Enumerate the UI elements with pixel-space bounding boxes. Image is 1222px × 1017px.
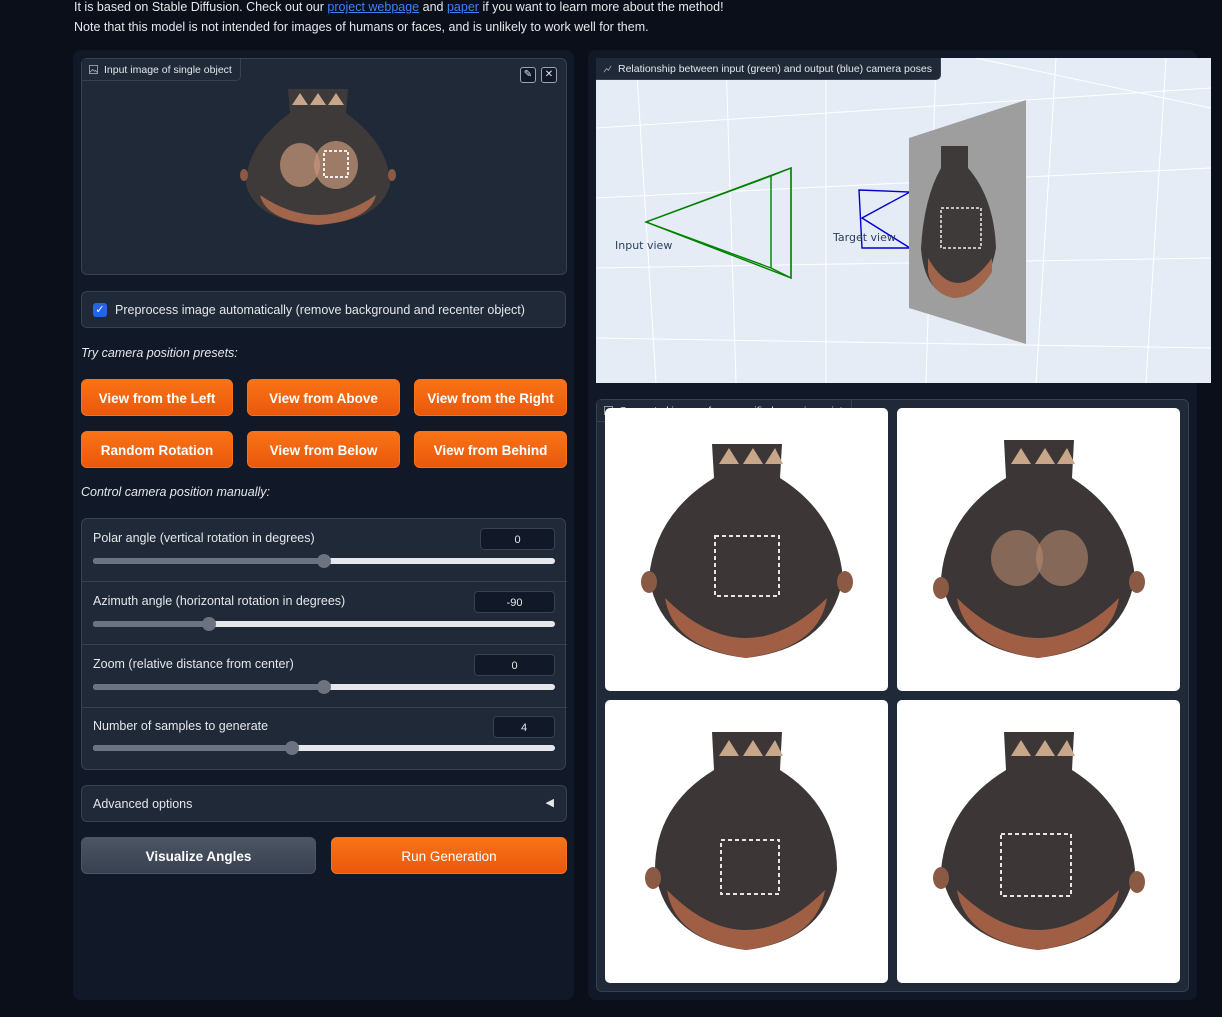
azimuth-angle-slider-thumb[interactable] (201, 617, 216, 631)
azimuth-angle-slider-fill (93, 621, 209, 627)
samples-input[interactable]: 4 (493, 716, 555, 738)
preprocess-checkbox-label: Preprocess image automatically (remove b… (115, 303, 525, 317)
polar-angle-slider-thumb[interactable] (317, 554, 331, 568)
intro-line-1: It is based on Stable Diffusion. Check o… (74, 0, 1174, 17)
advanced-options-accordion[interactable]: Advanced options ◀ (81, 785, 567, 822)
input-image-dropzone[interactable]: Input image of single object ✎ ✕ (81, 58, 567, 275)
intro-line-2: Note that this model is not intended for… (74, 20, 649, 34)
sliders-panel: Polar angle (vertical rotation in degree… (81, 518, 567, 770)
generated-object-image (641, 444, 853, 658)
polar-angle-input[interactable]: 0 (480, 528, 555, 550)
view-from-behind-button[interactable]: View from Behind (414, 431, 567, 468)
gallery-image-2[interactable] (897, 408, 1180, 691)
view-from-below-button[interactable]: View from Below (247, 431, 400, 468)
polar-angle-slider-fill (93, 558, 324, 564)
preprocess-checkbox[interactable]: ✓ (93, 303, 107, 317)
camera-pose-plot[interactable]: Input view Target view Relationship betw… (596, 58, 1211, 383)
input-object-image (240, 89, 396, 225)
run-generation-button[interactable]: Run Generation (331, 837, 567, 874)
camera-pose-plot-label-text: Relationship between input (green) and o… (618, 63, 933, 75)
azimuth-angle-input[interactable]: -90 (474, 591, 555, 613)
collapse-arrow-icon[interactable]: ◀ (546, 796, 554, 809)
gallery-image-3[interactable] (605, 700, 888, 983)
zoom-input[interactable]: 0 (474, 654, 555, 676)
samples-slider-row: Number of samples to generate 4 (82, 707, 567, 770)
polar-angle-label: Polar angle (vertical rotation in degree… (93, 531, 315, 545)
polar-angle-slider[interactable] (93, 554, 555, 568)
intro-text-suffix: if you want to learn more about the meth… (482, 0, 724, 14)
samples-slider[interactable] (93, 741, 555, 755)
manual-title: Control camera position manually: (81, 485, 270, 499)
advanced-options-label: Advanced options (93, 797, 193, 811)
gallery-image-1[interactable] (605, 408, 888, 691)
zoom-slider-row: Zoom (relative distance from center) 0 (82, 645, 567, 708)
input-image-label: Input image of single object (82, 59, 241, 81)
view-from-right-button[interactable]: View from the Right (414, 379, 567, 416)
presets-title: Try camera position presets: (81, 346, 238, 360)
plot-grid (596, 58, 1211, 383)
zoom-slider[interactable] (93, 680, 555, 694)
chart-icon (603, 65, 612, 73)
zoom-slider-fill (93, 684, 324, 690)
samples-slider-fill (93, 745, 292, 751)
generated-object-image (645, 732, 837, 950)
samples-slider-thumb[interactable] (284, 741, 299, 755)
zoom-slider-thumb[interactable] (317, 680, 331, 694)
azimuth-angle-slider-row: Azimuth angle (horizontal rotation in de… (82, 582, 567, 645)
input-view-label: Input view (615, 239, 672, 252)
zoom-label: Zoom (relative distance from center) (93, 657, 294, 671)
intro-text: It is based on Stable Diffusion. Check o… (74, 0, 1174, 37)
view-from-left-button[interactable]: View from the Left (81, 379, 233, 416)
view-from-above-button[interactable]: View from Above (247, 379, 400, 416)
gallery-image-4[interactable] (897, 700, 1180, 983)
random-rotation-button[interactable]: Random Rotation (81, 431, 233, 468)
intro-text-and: and (422, 0, 444, 14)
preprocess-checkbox-row[interactable]: ✓ Preprocess image automatically (remove… (81, 291, 566, 328)
camera-pose-plot-label: Relationship between input (green) and o… (596, 58, 942, 80)
input-camera-frustum (644, 166, 792, 280)
intro-text-prefix: It is based on Stable Diffusion. Check o… (74, 0, 324, 14)
azimuth-angle-slider[interactable] (93, 617, 555, 631)
azimuth-angle-label: Azimuth angle (horizontal rotation in de… (93, 594, 346, 608)
target-view-label: Target view (832, 231, 896, 244)
paper-link[interactable]: paper (447, 0, 479, 14)
input-image-label-text: Input image of single object (104, 64, 232, 76)
visualize-angles-button[interactable]: Visualize Angles (81, 837, 316, 874)
generated-object-image (933, 732, 1145, 950)
project-webpage-link[interactable]: project webpage (327, 0, 419, 14)
samples-label: Number of samples to generate (93, 719, 269, 733)
pencil-icon[interactable]: ✎ (520, 67, 536, 83)
generated-object-image (933, 440, 1145, 658)
image-icon (89, 65, 98, 74)
close-icon[interactable]: ✕ (541, 67, 557, 83)
camera-pose-plot-canvas: Input view Target view (596, 58, 1211, 383)
polar-angle-slider-row: Polar angle (vertical rotation in degree… (82, 519, 567, 582)
